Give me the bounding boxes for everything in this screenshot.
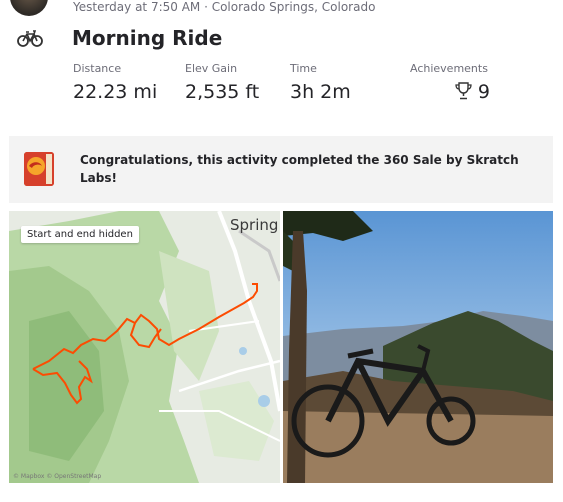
challenge-badge[interactable]	[24, 152, 54, 186]
challenge-message: Congratulations, this activity completed…	[80, 153, 519, 185]
stat-value: 2,535 ft	[185, 81, 260, 103]
stat-value: 3h 2m	[290, 81, 351, 103]
stat-label: Time	[290, 62, 317, 75]
activity-photo[interactable]	[283, 211, 553, 483]
athlete-avatar[interactable]	[10, 0, 48, 16]
map-attribution[interactable]: © Mapbox © OpenStreetMap	[13, 473, 101, 480]
challenge-banner[interactable]: Congratulations, this activity completed…	[9, 136, 553, 203]
bike-icon	[17, 30, 43, 47]
activity-meta: Yesterday at 7:50 AM · Colorado Springs,…	[73, 0, 376, 14]
stat-elev-gain: Elev Gain 2,535 ft	[185, 62, 259, 103]
stat-time: Time 3h 2m	[290, 62, 351, 103]
stat-label: Distance	[73, 62, 122, 75]
trophy-icon	[455, 82, 472, 100]
privacy-label: Start and end hidden	[21, 226, 139, 243]
route-map[interactable]: Start and end hidden Spring © Mapbox © O…	[9, 211, 280, 483]
stat-label: Elev Gain	[185, 62, 238, 75]
stat-distance: Distance 22.23 mi	[73, 62, 157, 103]
stat-label: Achievements	[410, 62, 488, 75]
stat-achievements[interactable]: Achievements 9	[410, 62, 490, 103]
achievement-count: 9	[477, 81, 490, 103]
stat-value: 22.23 mi	[73, 81, 158, 103]
stat-value: 9	[410, 81, 490, 103]
map-city-label: Spring	[230, 216, 279, 234]
activity-title: Morning Ride	[72, 26, 223, 50]
